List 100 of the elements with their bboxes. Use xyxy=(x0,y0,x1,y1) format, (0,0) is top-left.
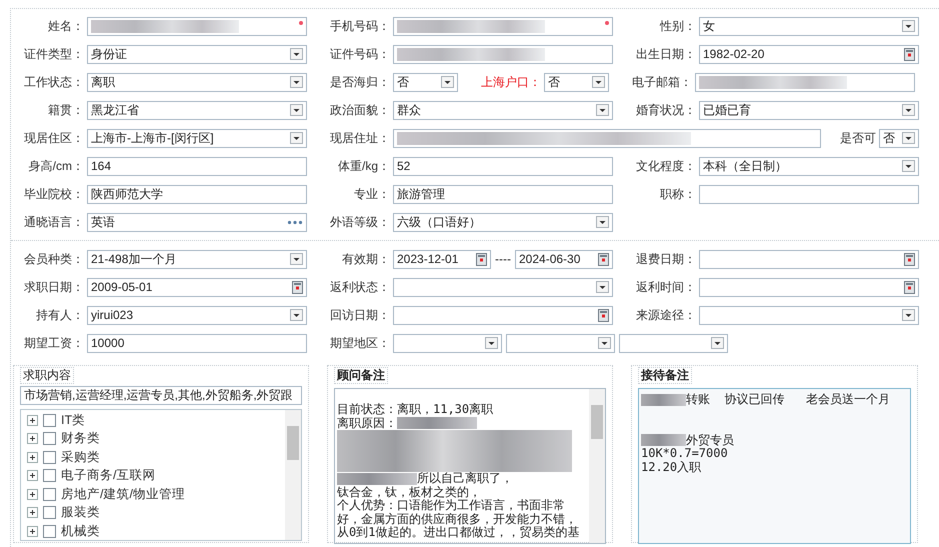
calendar-icon[interactable] xyxy=(904,280,915,294)
note-text: 从0到1做起的。进出口都做过，，贸易类的基 xyxy=(337,526,580,540)
checkbox[interactable] xyxy=(43,506,56,520)
checkbox[interactable] xyxy=(43,524,56,538)
note-text: 外贸专员 xyxy=(686,434,734,447)
range-separator: ---- xyxy=(495,251,511,268)
note-text: 所以自己离职了， xyxy=(417,472,513,486)
notes-textarea[interactable]: 转账 协议已回传 老会员送一个月 外贸专员 10K*0.7=7000 12.20入职 xyxy=(638,388,911,544)
field-label: 退费日期： xyxy=(635,251,696,268)
field-label: 手机号码： xyxy=(329,18,390,35)
scrollbar[interactable] xyxy=(285,410,301,540)
checkbox[interactable] xyxy=(43,488,56,501)
panel-legend: 顾问备注 xyxy=(334,367,388,384)
notes-textarea[interactable]: 目前状态：离职，11,30离职 离职原因： 所以自己离职了， 钛合金，钛，板材之类的， 个人优势：口语能作为工作语言，书面非常 好，金属方面的供应商很多，开发能力不错， 从0到1做起的。进出口都做过，，贸易类的基 xyxy=(334,388,606,544)
dropdown[interactable]: 已婚已育 xyxy=(699,100,919,120)
category-label[interactable]: 采购类 xyxy=(61,448,100,467)
date-field[interactable] xyxy=(699,250,919,268)
field-label: 期望工资： xyxy=(23,335,84,352)
field-label: 有效期： xyxy=(341,251,390,268)
date-field[interactable] xyxy=(699,278,919,296)
dropdown[interactable]: 本科（全日制） xyxy=(699,156,919,176)
text-field[interactable] xyxy=(393,128,821,148)
scrollbar[interactable] xyxy=(589,389,605,543)
category-label[interactable]: IT类 xyxy=(61,410,86,430)
note-text: 10K*0.7=7000 xyxy=(641,447,728,460)
date-field[interactable]: 2023-12-01 xyxy=(393,250,492,268)
checkbox[interactable] xyxy=(43,469,56,482)
date-field[interactable]: 1982-02-20 xyxy=(699,44,919,64)
text-field[interactable] xyxy=(695,72,915,92)
date-field[interactable]: 2024-06-30 xyxy=(515,250,614,268)
dropdown[interactable]: 六级（口语好） xyxy=(393,212,613,232)
dropdown[interactable]: 群众 xyxy=(393,100,613,120)
calendar-icon[interactable] xyxy=(598,252,610,266)
field-label: 返利时间： xyxy=(635,279,696,296)
checkbox[interactable] xyxy=(43,432,56,446)
dropdown[interactable]: yirui023 xyxy=(87,306,307,324)
calendar-icon[interactable] xyxy=(904,252,915,266)
field-label: 出生日期： xyxy=(635,46,696,63)
field-label: 职称： xyxy=(659,186,696,203)
field-label: 持有人： xyxy=(35,307,84,324)
note-text: 转账 协议已回传 老会员送一个月 xyxy=(686,393,890,406)
note-text: 个人优势：口语能作为工作语言，书面非常 xyxy=(337,499,565,512)
expand-icon[interactable] xyxy=(27,414,38,426)
expand-icon[interactable] xyxy=(27,488,38,500)
panel-legend: 接待备注 xyxy=(638,367,692,384)
dropdown[interactable]: 21-498加一个月 xyxy=(87,250,307,268)
lookup-field[interactable]: 英语 xyxy=(87,212,307,232)
ellipsis-icon[interactable] xyxy=(287,220,303,224)
text-field[interactable]: 10000 xyxy=(87,334,307,352)
expand-icon[interactable] xyxy=(27,452,38,463)
dropdown[interactable]: 身份证 xyxy=(87,44,307,64)
calendar-icon[interactable] xyxy=(476,252,488,266)
dropdown[interactable]: 上海市-上海市-[闵行区] xyxy=(87,128,307,148)
field-label: 通晓语言： xyxy=(23,214,84,231)
category-label[interactable]: 机械类 xyxy=(61,522,100,540)
field-label: 专业： xyxy=(353,186,390,203)
text-field[interactable]: 164 xyxy=(87,156,307,176)
note-text: 12.20入职 xyxy=(641,460,702,474)
text-field[interactable] xyxy=(393,44,613,64)
selected-categories-field[interactable]: 市场营销,运营经理,运营专员,其他,外贸船务,外贸跟 xyxy=(20,386,302,405)
checkbox[interactable] xyxy=(43,414,56,427)
panel-legend: 求职内容 xyxy=(20,367,74,384)
dropdown[interactable]: 女 xyxy=(699,16,919,36)
text-field[interactable] xyxy=(699,184,919,204)
checkbox[interactable] xyxy=(43,450,56,464)
category-label[interactable]: 房地产/建筑/物业管理 xyxy=(61,484,185,504)
field-label: 文化程度： xyxy=(635,158,696,175)
dropdown[interactable]: 黑龙江省 xyxy=(87,100,307,120)
dropdown[interactable]: 否 xyxy=(544,72,609,92)
category-label[interactable]: 电子商务/互联网 xyxy=(61,466,156,486)
text-field[interactable] xyxy=(393,16,613,36)
calendar-icon[interactable] xyxy=(904,48,915,60)
text-field[interactable]: 52 xyxy=(393,156,613,176)
category-label[interactable]: 财务类 xyxy=(61,429,100,448)
field-label: 姓名： xyxy=(47,18,84,35)
dropdown[interactable]: 否 xyxy=(393,72,458,92)
calendar-icon[interactable] xyxy=(598,308,609,322)
expand-icon[interactable] xyxy=(27,470,38,482)
expand-icon[interactable] xyxy=(27,433,38,444)
field-label: 上海户口： xyxy=(480,74,541,91)
field-label: 证件号码： xyxy=(329,46,390,63)
date-field[interactable] xyxy=(393,306,613,324)
expand-icon[interactable] xyxy=(27,507,38,518)
dropdown[interactable]: 否 xyxy=(879,128,919,148)
field-label: 是否可 xyxy=(839,130,876,147)
text-field[interactable] xyxy=(87,16,307,36)
text-field[interactable]: 旅游管理 xyxy=(393,184,613,204)
calendar-icon[interactable] xyxy=(292,280,303,294)
category-label[interactable]: 服装类 xyxy=(61,503,100,522)
field-label: 期望地区： xyxy=(329,335,390,352)
field-label: 返利状态： xyxy=(329,279,390,296)
date-field[interactable]: 2009-05-01 xyxy=(87,278,307,296)
field-label: 会员种类： xyxy=(23,251,84,268)
field-label: 外语等级： xyxy=(329,214,390,231)
field-label: 来源途径： xyxy=(635,307,696,324)
dropdown[interactable]: 离职 xyxy=(87,72,307,92)
field-label: 电子邮箱： xyxy=(631,74,692,91)
text-field[interactable]: 陕西师范大学 xyxy=(87,184,307,204)
expand-icon[interactable] xyxy=(27,526,38,537)
note-text: 离职原因： xyxy=(337,416,397,430)
